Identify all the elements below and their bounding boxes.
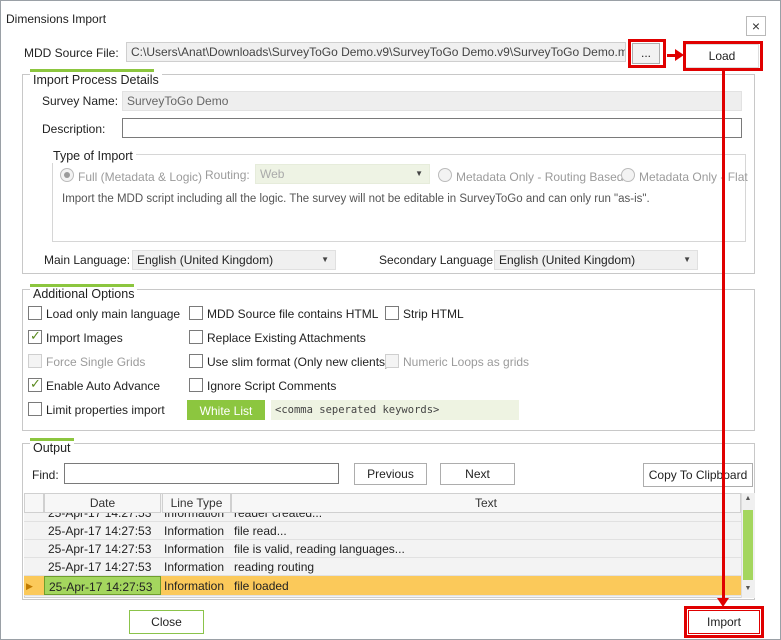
routing-dropdown[interactable]: Web ▼	[255, 164, 430, 184]
force-single-grids-checkbox[interactable]	[28, 354, 42, 368]
table-row[interactable]: 25-Apr-17 14:27:53 Information file read…	[24, 522, 741, 540]
grid-corner	[24, 493, 44, 513]
scroll-down-icon[interactable]: ▼	[742, 585, 754, 595]
table-row[interactable]: 25-Apr-17 14:27:53 Information file is v…	[24, 540, 741, 558]
scrollbar-thumb[interactable]	[743, 510, 753, 580]
replace-attachments-checkbox[interactable]	[189, 330, 203, 344]
table-row-selected[interactable]: ▶ 25-Apr-17 14:27:53 Information file lo…	[24, 576, 741, 596]
secondary-language-value: English (United Kingdom)	[499, 253, 636, 267]
close-button[interactable]: Close	[129, 610, 204, 634]
main-language-dropdown[interactable]: English (United Kingdom) ▼	[132, 250, 336, 270]
survey-name-field[interactable]: SurveyToGo Demo	[122, 91, 742, 111]
import-images-label: Import Images	[46, 331, 123, 345]
group-accent	[30, 69, 154, 72]
description-label: Description:	[42, 122, 106, 136]
table-row[interactable]: 25-Apr-17 14:27:53 Information reading r…	[24, 558, 741, 576]
chevron-down-icon: ▼	[415, 169, 423, 178]
row-type: Information	[164, 579, 225, 593]
arrow-head-icon	[717, 598, 729, 607]
row-date: 25-Apr-17 14:27:53	[48, 560, 152, 574]
keywords-input[interactable]: <comma seperated keywords>	[271, 400, 519, 420]
row-text: file is valid, reading languages...	[234, 542, 405, 556]
load-main-language-checkbox[interactable]	[28, 306, 42, 320]
ignore-comments-label: Ignore Script Comments	[207, 379, 337, 393]
metadata-routing-label: Metadata Only - Routing Based	[456, 170, 624, 184]
chevron-down-icon: ▼	[321, 255, 329, 264]
white-list-button[interactable]: White List	[187, 400, 265, 420]
description-field[interactable]	[122, 118, 742, 138]
mdd-html-label: MDD Source file contains HTML	[207, 307, 379, 321]
arrow-line	[722, 71, 725, 601]
routing-value: Web	[260, 167, 285, 181]
import-type-title: Type of Import	[50, 149, 136, 163]
find-input[interactable]	[64, 463, 339, 484]
replace-attachments-label: Replace Existing Attachments	[207, 331, 366, 345]
copy-to-clipboard-button[interactable]: Copy To Clipboard	[643, 463, 753, 487]
close-icon[interactable]: ×	[746, 16, 766, 36]
numeric-loops-checkbox[interactable]	[385, 354, 399, 368]
full-import-label: Full (Metadata & Logic)	[78, 170, 203, 184]
arrow-head-icon	[675, 49, 684, 61]
auto-advance-label: Enable Auto Advance	[46, 379, 161, 393]
browse-highlight	[628, 39, 666, 68]
next-button[interactable]: Next	[440, 463, 515, 485]
row-date: 25-Apr-17 14:27:53	[48, 513, 152, 520]
import-highlight	[684, 606, 764, 638]
import-details-title: Import Process Details	[30, 73, 162, 87]
row-date: 25-Apr-17 14:27:53	[48, 542, 152, 556]
secondary-language-label: Secondary Language:	[379, 253, 497, 267]
date-column-header[interactable]: Date	[44, 493, 161, 513]
find-label: Find:	[32, 468, 59, 482]
auto-advance-checkbox[interactable]	[28, 376, 42, 392]
load-main-language-label: Load only main language	[46, 307, 181, 321]
mdd-source-field[interactable]: C:\Users\Anat\Downloads\SurveyToGo Demo.…	[126, 42, 626, 62]
row-text: reader created...	[234, 513, 323, 520]
window-title: Dimensions Import	[6, 12, 107, 26]
main-language-value: English (United Kingdom)	[137, 253, 274, 267]
slim-format-checkbox[interactable]	[189, 354, 203, 368]
log-rows: 25-Apr-17 14:27:53 Information reader cr…	[24, 513, 741, 598]
line-type-column-header[interactable]: Line Type	[162, 493, 231, 513]
row-type: Information	[164, 524, 225, 538]
metadata-routing-radio[interactable]	[438, 168, 452, 182]
strip-html-checkbox[interactable]	[385, 306, 399, 320]
row-date: 25-Apr-17 14:27:53	[48, 524, 152, 538]
ignore-comments-checkbox[interactable]	[189, 378, 203, 392]
row-type: Information	[164, 560, 225, 574]
routing-label: Routing:	[205, 168, 250, 182]
additional-options-title: Additional Options	[30, 287, 138, 301]
row-type: Information	[164, 513, 225, 520]
slim-format-label: Use slim format (Only new clients)	[207, 355, 390, 369]
import-images-checkbox[interactable]	[28, 328, 42, 344]
row-pointer-icon: ▶	[26, 581, 33, 591]
load-highlight	[683, 41, 763, 71]
row-text: file loaded	[234, 579, 289, 593]
limit-properties-checkbox[interactable]	[28, 402, 42, 416]
metadata-flat-label: Metadata Only - Flat	[639, 170, 748, 184]
row-date: 25-Apr-17 14:27:53	[44, 576, 161, 595]
mdd-html-checkbox[interactable]	[189, 306, 203, 320]
strip-html-label: Strip HTML	[403, 307, 464, 321]
table-row[interactable]: 25-Apr-17 14:27:53 Information reader cr…	[24, 513, 741, 522]
row-text: file read...	[234, 524, 287, 538]
numeric-loops-label: Numeric Loops as grids	[403, 355, 530, 369]
row-text: reading routing	[234, 560, 315, 574]
metadata-flat-radio[interactable]	[621, 168, 635, 182]
text-column-header[interactable]: Text	[231, 493, 741, 513]
survey-name-label: Survey Name:	[42, 94, 119, 108]
chevron-down-icon: ▼	[683, 255, 691, 264]
import-description-text: Import the MDD script including all the …	[62, 193, 650, 205]
scroll-up-icon[interactable]: ▲	[742, 495, 754, 505]
main-language-label: Main Language:	[44, 253, 131, 267]
force-single-grids-label: Force Single Grids	[46, 355, 146, 369]
limit-properties-label: Limit properties import	[46, 403, 165, 417]
previous-button[interactable]: Previous	[354, 463, 427, 485]
output-title: Output	[30, 441, 74, 455]
row-type: Information	[164, 542, 225, 556]
full-import-radio[interactable]	[60, 168, 74, 182]
mdd-source-label: MDD Source File:	[24, 46, 119, 60]
secondary-language-dropdown[interactable]: English (United Kingdom) ▼	[494, 250, 698, 270]
